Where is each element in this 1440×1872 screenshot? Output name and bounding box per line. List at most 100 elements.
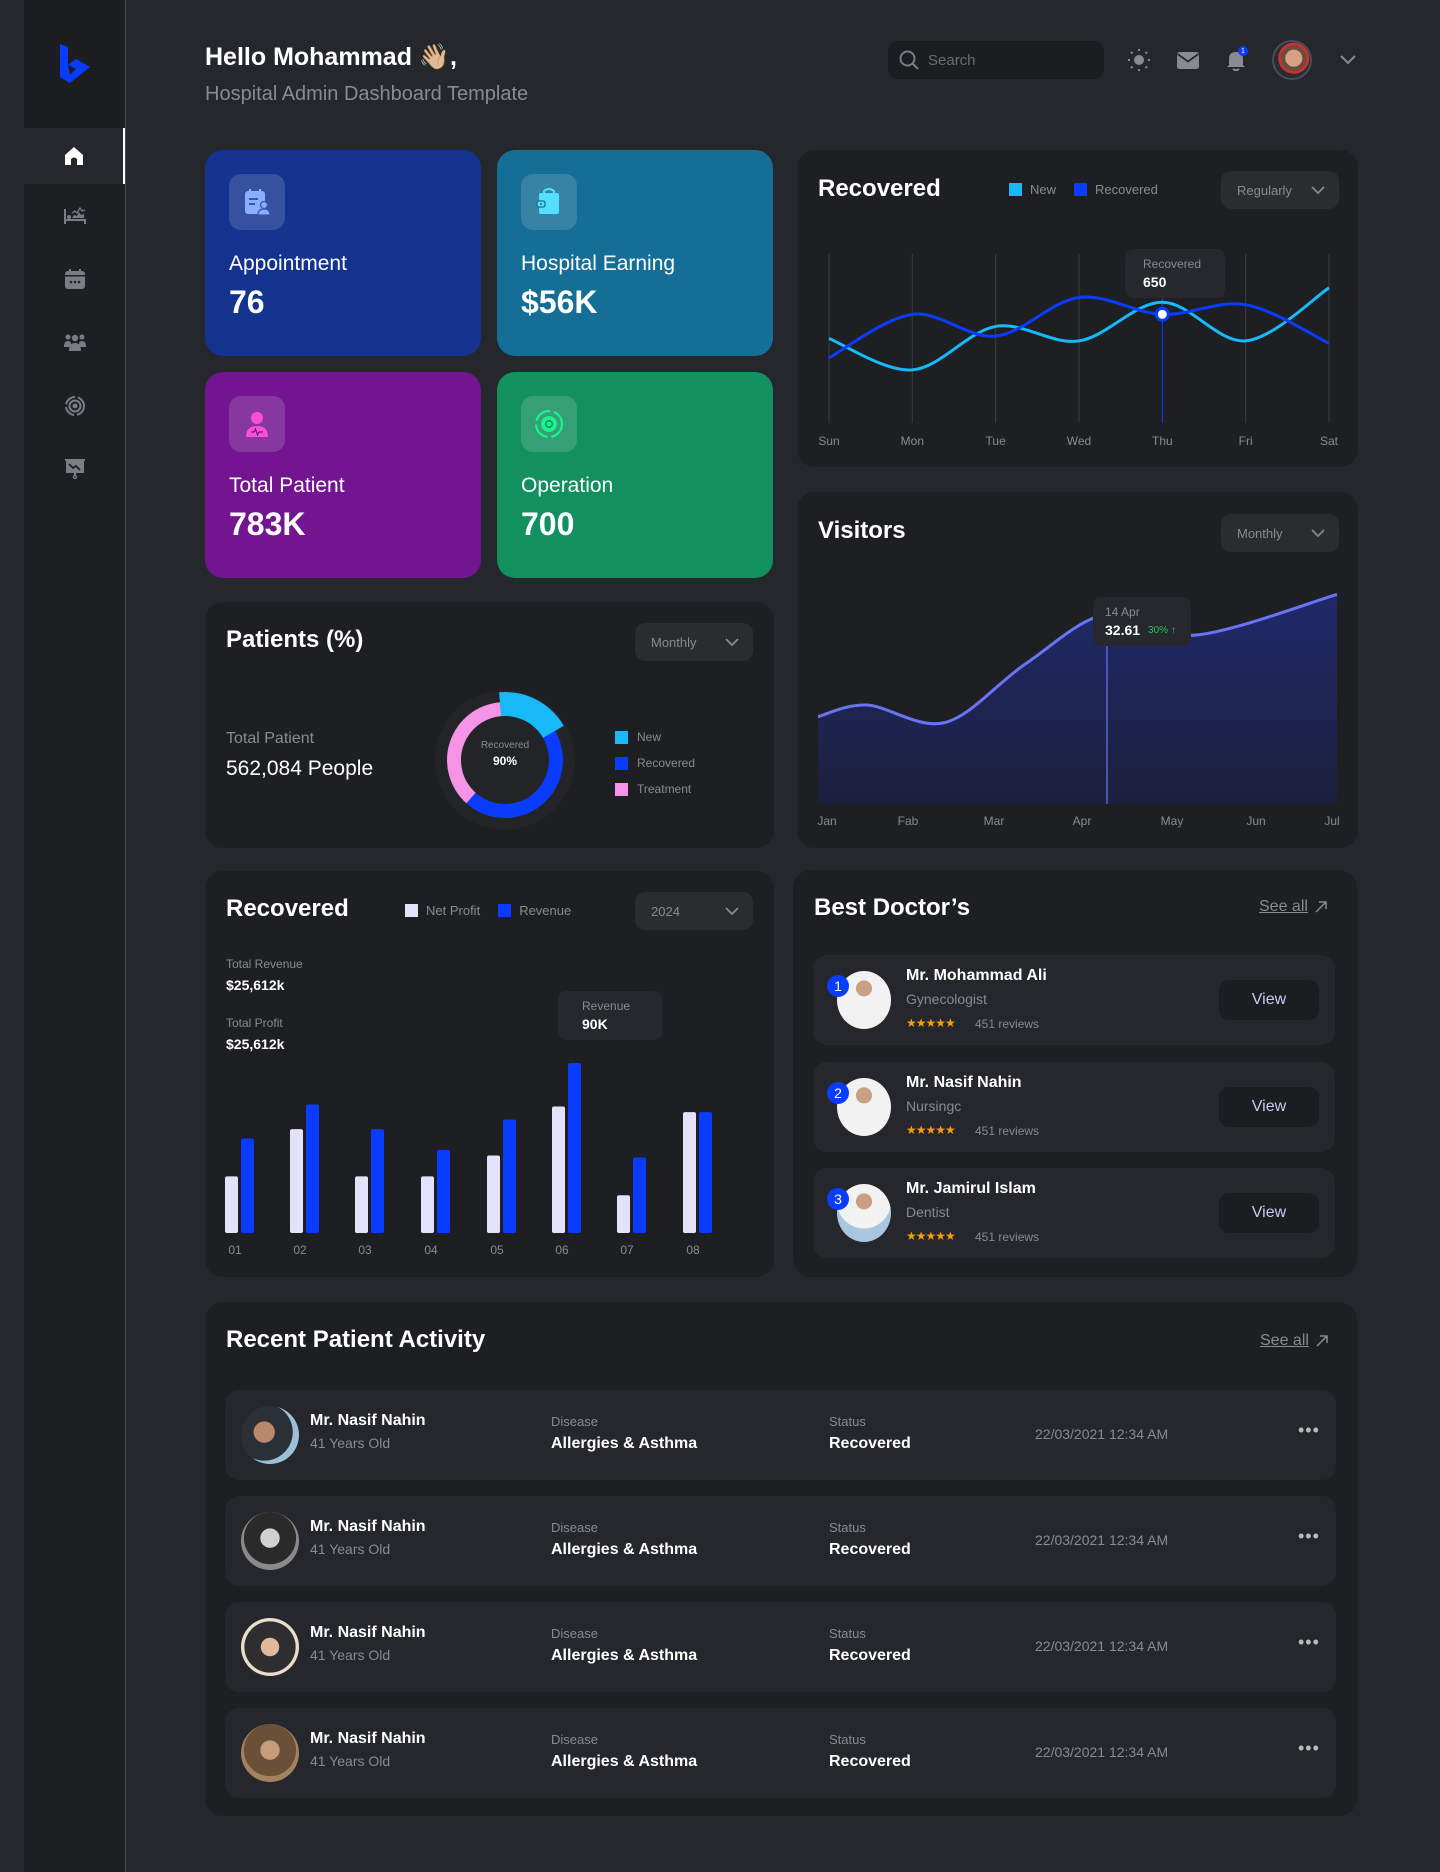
patient-icon-wrap xyxy=(229,396,285,452)
doctor-card: 3 Mr. Jamirul Islam Dentist ★★★★★ 451 re… xyxy=(813,1168,1335,1258)
users-group-icon xyxy=(63,334,86,351)
stat-card-operation[interactable]: Operation 700 xyxy=(497,372,773,578)
recovered-line-panel: Recovered New Recovered Regularly Sun Mon… xyxy=(797,150,1358,467)
patient-age: 41 Years Old xyxy=(310,1435,391,1451)
sidebar-item-calendar[interactable] xyxy=(24,251,125,307)
chart-tooltip: Recovered 650 xyxy=(1125,249,1225,298)
search-input[interactable] xyxy=(928,51,1088,69)
theme-toggle-button[interactable] xyxy=(1125,46,1153,74)
bar-net-profit xyxy=(355,1176,368,1233)
x-tick-label: Thu xyxy=(1151,434,1173,448)
view-doctor-button[interactable]: View xyxy=(1219,1087,1319,1127)
star-rating: ★★★★★ xyxy=(906,1016,956,1030)
calendar-icon xyxy=(64,269,85,289)
sidebar-item-beds[interactable] xyxy=(24,188,125,244)
stat-card-appointment[interactable]: Appointment 76 xyxy=(205,150,481,356)
messages-button[interactable] xyxy=(1174,46,1202,74)
x-tick-label: 03 xyxy=(358,1243,372,1257)
sidebar-divider xyxy=(125,0,126,1872)
activity-row[interactable]: Mr. Nasif Nahin 41 Years Old Disease All… xyxy=(225,1390,1336,1480)
more-options-icon[interactable]: ••• xyxy=(1298,1526,1320,1547)
patient-avatar xyxy=(241,1406,299,1464)
appointment-icon xyxy=(245,189,271,216)
doctor-specialty: Gynecologist xyxy=(906,991,987,1007)
bar-net-profit xyxy=(290,1129,303,1233)
recovered-bar-chart xyxy=(225,1063,712,1233)
more-options-icon[interactable]: ••• xyxy=(1298,1632,1320,1653)
recovered-line-chart xyxy=(828,254,1330,423)
bar-revenue xyxy=(699,1112,712,1233)
stat-value: $56K xyxy=(521,284,598,320)
patient-name: Mr. Nasif Nahin xyxy=(310,1518,426,1535)
doctor-name: Mr. Nasif Nahin xyxy=(906,1074,1022,1091)
logo-icon xyxy=(59,43,90,83)
brand-logo[interactable] xyxy=(24,0,125,127)
mail-icon xyxy=(1176,52,1200,69)
status-label: Status xyxy=(829,1732,866,1747)
activity-row[interactable]: Mr. Nasif Nahin 41 Years Old Disease All… xyxy=(225,1708,1336,1798)
panel-title: Best Doctor’s xyxy=(814,894,971,921)
view-doctor-button[interactable]: View xyxy=(1219,980,1319,1020)
x-tick-label: Jan xyxy=(817,814,837,828)
status-label: Status xyxy=(829,1520,866,1535)
activity-date: 22/03/2021 12:34 AM xyxy=(1035,1638,1169,1654)
more-options-icon[interactable]: ••• xyxy=(1298,1738,1320,1759)
patient-name: Mr. Nasif Nahin xyxy=(310,1730,426,1747)
doctor-card: 2 Mr. Nasif Nahin Nursingc ★★★★★ 451 rev… xyxy=(813,1062,1335,1152)
total-patient-value: 562,084 People xyxy=(226,757,374,780)
rank-badge: 3 xyxy=(827,1188,849,1210)
doctor-card: 1 Mr. Mohammad Ali Gynecologist ★★★★★ 45… xyxy=(813,955,1335,1045)
panel-title: Patients (%) xyxy=(226,626,364,653)
activity-date: 22/03/2021 12:34 AM xyxy=(1035,1532,1169,1548)
chart-tooltip: 14 Apr 32.61 30% ↑ xyxy=(1093,597,1191,646)
page-margin xyxy=(0,0,24,1872)
appointment-icon-wrap xyxy=(229,174,285,230)
stat-card-earning[interactable]: Hospital Earning $56K xyxy=(497,150,773,356)
x-tick-label: May xyxy=(1160,814,1184,828)
profile-menu-toggle[interactable] xyxy=(1334,46,1362,74)
see-all-doctors-link[interactable]: See all xyxy=(1259,898,1328,916)
page-subtitle: Hospital Admin Dashboard Template xyxy=(205,83,529,105)
x-tick-label: Jun xyxy=(1246,814,1266,828)
status-value: Recovered xyxy=(829,1435,911,1452)
status-value: Recovered xyxy=(829,1647,911,1664)
patient-avatar xyxy=(241,1724,299,1782)
chevron-down-icon xyxy=(725,637,739,646)
notifications-button[interactable]: 1 xyxy=(1222,46,1250,74)
greeting-title: Hello Mohammad 👋🏼, xyxy=(205,43,457,71)
stat-value: 76 xyxy=(229,284,265,320)
patient-avatar xyxy=(241,1618,299,1676)
x-tick-label: Mon xyxy=(900,434,924,448)
legend-item-recovered: Recovered xyxy=(615,750,695,776)
user-avatar[interactable] xyxy=(1272,40,1312,80)
sidebar-item-patients[interactable] xyxy=(24,314,125,370)
see-all-label: See all xyxy=(1259,898,1308,915)
x-tick-label: 08 xyxy=(686,1243,700,1257)
search-bar[interactable] xyxy=(888,41,1104,79)
highlight-marker xyxy=(1154,306,1170,322)
sidebar-item-operations[interactable] xyxy=(24,378,125,434)
bar-revenue xyxy=(241,1138,254,1233)
sidebar-item-home[interactable] xyxy=(24,128,125,184)
legend-item-new: New xyxy=(615,724,695,750)
x-tick-label: Sat xyxy=(1319,434,1339,448)
period-dropdown[interactable]: Monthly xyxy=(635,623,753,661)
search-icon xyxy=(899,50,919,70)
disease-label: Disease xyxy=(551,1520,598,1535)
x-tick-label: 05 xyxy=(490,1243,504,1257)
view-doctor-button[interactable]: View xyxy=(1219,1193,1319,1233)
activity-row[interactable]: Mr. Nasif Nahin 41 Years Old Disease All… xyxy=(225,1496,1336,1586)
activity-row[interactable]: Mr. Nasif Nahin 41 Years Old Disease All… xyxy=(225,1602,1336,1692)
x-tick-label: Fab xyxy=(897,814,919,828)
sun-icon xyxy=(1128,49,1150,71)
review-count: 451 reviews xyxy=(975,1124,1040,1138)
stat-value: 783K xyxy=(229,506,306,542)
sidebar-item-reports[interactable] xyxy=(24,440,125,496)
more-options-icon[interactable]: ••• xyxy=(1298,1420,1320,1441)
activity-date: 22/03/2021 12:34 AM xyxy=(1035,1744,1169,1760)
bar-net-profit xyxy=(552,1106,565,1233)
x-tick-label: 01 xyxy=(228,1243,242,1257)
tooltip-value: 32.61 xyxy=(1105,622,1141,638)
stat-card-total-patient[interactable]: Total Patient 783K xyxy=(205,372,481,578)
see-all-activity-link[interactable]: See all xyxy=(1260,1332,1329,1350)
